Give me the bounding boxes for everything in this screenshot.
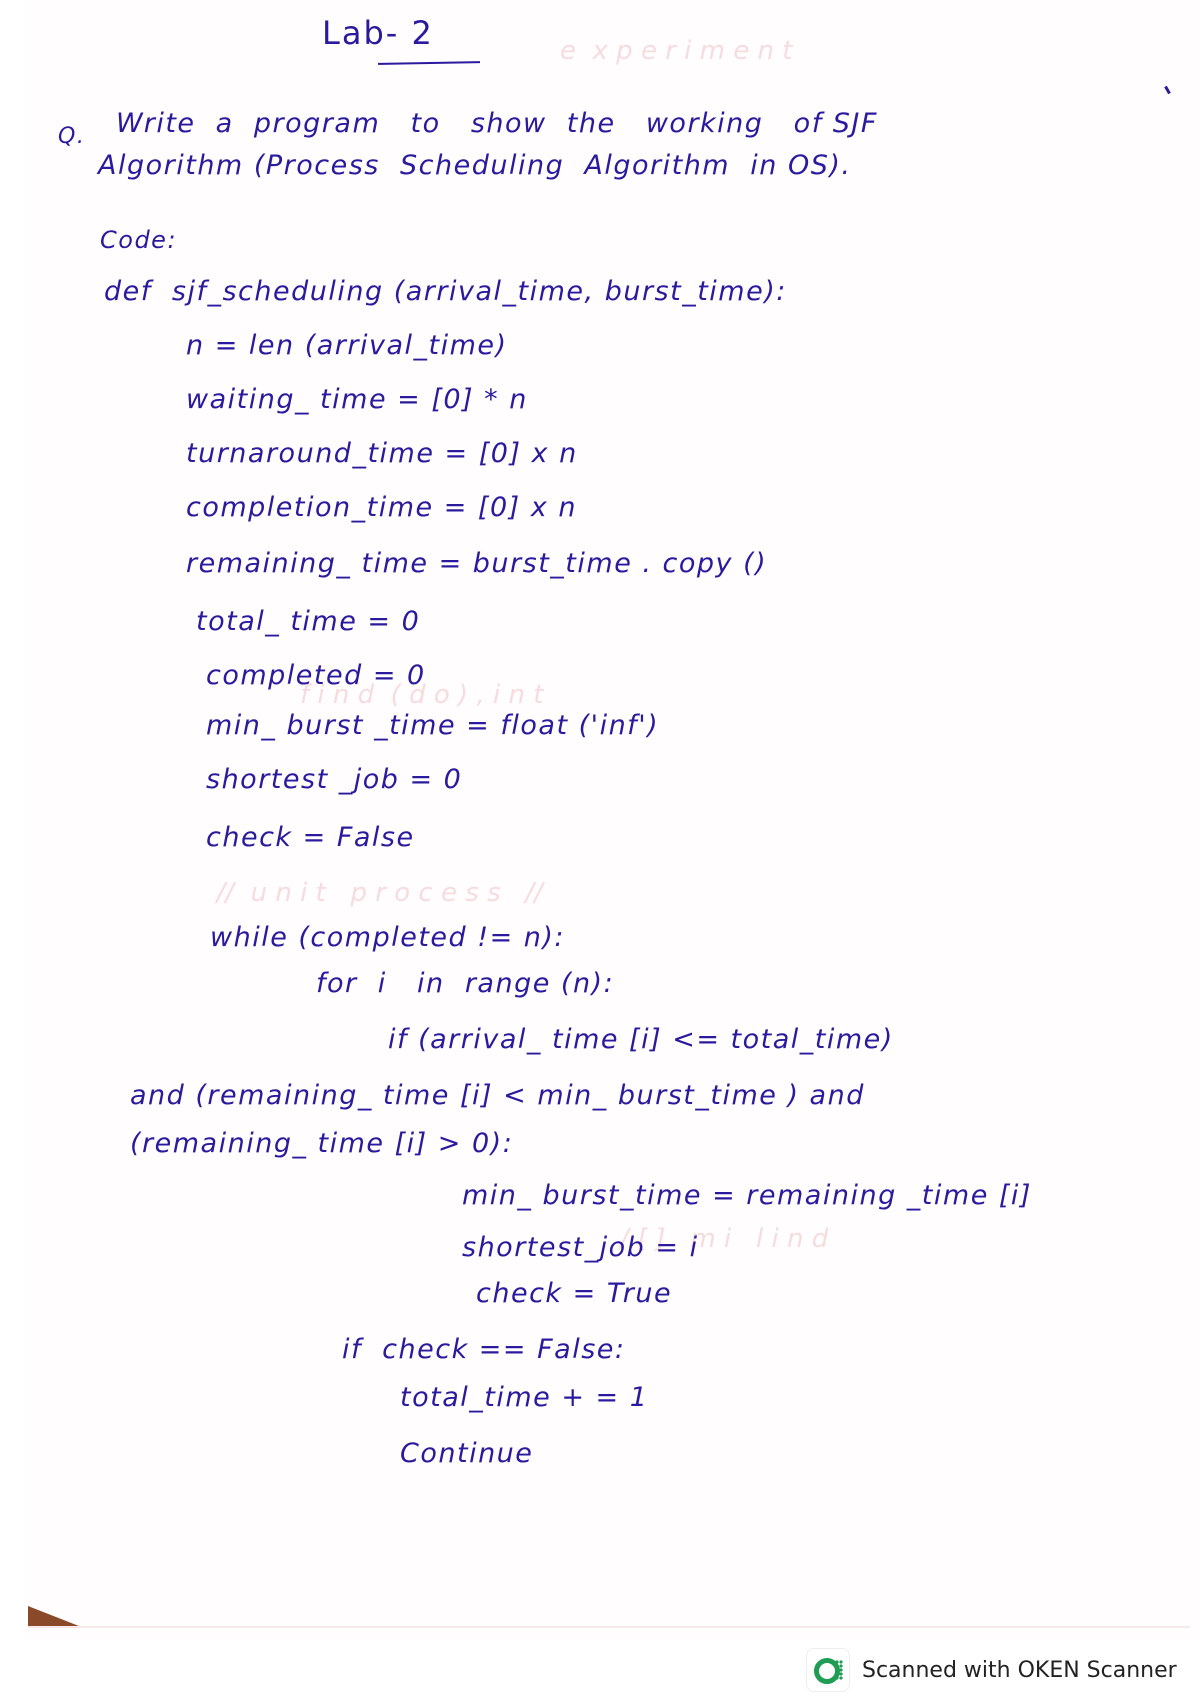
page-bottom-edge [28, 1626, 1190, 1628]
code-line: waiting_ time = [0] * n [186, 384, 528, 415]
code-line: for i in range (n): [316, 968, 615, 999]
code-line: def sjf_scheduling (arrival_time, burst_… [104, 276, 787, 307]
code-line: completion_time = [0] x n [186, 492, 577, 523]
code-line: min_ burst _time = float ('inf') [206, 710, 660, 741]
code-line: completed = 0 [206, 660, 426, 691]
code-line: if check == False: [342, 1334, 626, 1365]
code-line: total_ time = 0 [196, 606, 421, 637]
code-line: Continue [400, 1438, 534, 1469]
question-line-1: Write a program to show the working of S… [116, 108, 878, 139]
code-line: turnaround_time = [0] x n [186, 438, 578, 469]
code-line: remaining_ time = burst_time . copy () [186, 548, 768, 579]
question-line-2: Algorithm (Process Scheduling Algorithm … [98, 150, 852, 181]
code-line: total_time + = 1 [400, 1382, 649, 1413]
code-label: Code: [100, 226, 178, 254]
question-marker: Q. [58, 124, 86, 149]
code-line: n = len (arrival_time) [186, 330, 508, 361]
code-line: if (arrival_ time [i] <= total_time) [388, 1024, 894, 1055]
code-line: min_ burst_time = remaining _time [i] [462, 1180, 1032, 1211]
watermark-text: Scanned with OKEN Scanner [862, 1657, 1177, 1683]
oken-scanner-logo-icon [806, 1648, 850, 1692]
code-line: and (remaining_ time [i] < min_ burst_ti… [130, 1080, 865, 1111]
code-line: (remaining_ time [i] > 0): [130, 1128, 514, 1159]
code-line: check = True [476, 1278, 673, 1309]
code-line: shortest_job = i [462, 1232, 699, 1263]
code-line: shortest _job = 0 [206, 764, 463, 795]
page-corner-shadow [28, 1606, 84, 1628]
bleed-through-text: // u n i t p r o c e s s // [200, 878, 543, 908]
page-title: Lab- 2 [322, 14, 434, 52]
bleed-through-text: e x p e r i m e n t [560, 36, 793, 66]
scanner-watermark: Scanned with OKEN Scanner [806, 1648, 1177, 1692]
code-line: check = False [206, 822, 415, 853]
code-line: while (completed != n): [210, 922, 566, 953]
